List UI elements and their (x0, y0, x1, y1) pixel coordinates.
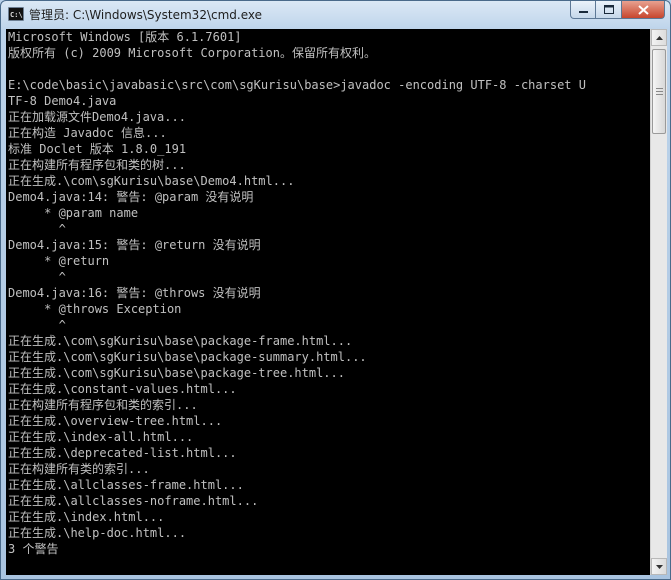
minimize-button[interactable] (570, 1, 596, 19)
title-bar[interactable]: C:\ 管理员: C:\Windows\System32\cmd.exe (1, 1, 670, 29)
scrollbar-thumb[interactable] (652, 49, 666, 134)
thumb-grip-line (656, 94, 663, 95)
console-line: ^ (8, 222, 66, 236)
console-line: Demo4.java:15: 警告: @return 没有说明 (8, 238, 261, 252)
console-line: 正在生成.\index.html... (8, 510, 165, 524)
console-line: 标准 Doclet 版本 1.8.0_191 (8, 142, 187, 156)
window-title: 管理员: C:\Windows\System32\cmd.exe (29, 8, 262, 22)
console-line: 正在生成.\allclasses-frame.html... (8, 478, 244, 492)
console-line: ^ (8, 318, 66, 332)
window-controls (570, 1, 665, 19)
cmd-window: C:\ 管理员: C:\Windows\System32\cmd.exe Mic… (0, 0, 671, 580)
maximize-icon (603, 5, 614, 14)
console-line: 正在生成.\com\sgKurisu\base\package-tree.htm… (8, 366, 345, 380)
console-line: 正在生成.\help-doc.html... (8, 526, 187, 540)
thumb-grip-line (656, 91, 663, 92)
scroll-up-arrow-icon (655, 35, 663, 40)
minimize-icon (578, 11, 588, 13)
console-line: 正在生成.\com\sgKurisu\base\package-summary.… (8, 350, 367, 364)
console-output[interactable]: Microsoft Windows [版本 6.1.7601] 版权所有 (c) … (6, 29, 650, 575)
close-icon (637, 4, 649, 15)
console-line: TF-8 Demo4.java (8, 94, 117, 108)
console-line: Demo4.java:16: 警告: @throws 没有说明 (8, 286, 261, 300)
console-line: Demo4.java:14: 警告: @param 没有说明 (8, 190, 254, 204)
console-line: 3 个警告 (8, 542, 59, 556)
console-line: * @return (8, 254, 110, 268)
scroll-up-button[interactable] (651, 29, 667, 46)
console-line: Microsoft Windows [版本 6.1.7601] (8, 30, 242, 44)
scroll-down-arrow-icon (655, 564, 663, 569)
console-line: 正在生成.\deprecated-list.html... (8, 446, 237, 460)
console-line: 正在加载源文件Demo4.java... (8, 110, 186, 124)
console-line: 正在生成.\overview-tree.html... (8, 414, 223, 428)
cmd-app-icon[interactable]: C:\ (8, 7, 24, 21)
console-line: 正在构建所有程序包和类的树... (8, 158, 186, 172)
console-line: 正在生成.\index-all.html... (8, 430, 194, 444)
console-line: * @throws Exception (8, 302, 182, 316)
console-line: 正在生成.\allclasses-noframe.html... (8, 494, 259, 508)
console-line: 正在生成.\com\sgKurisu\base\package-frame.ht… (8, 334, 353, 348)
console-line: 版权所有 (c) 2009 Microsoft Corporation。保留所有… (8, 46, 376, 60)
console-line: 正在构建所有类的索引... (8, 462, 150, 476)
thumb-grip-line (656, 88, 663, 89)
console-line: E:\code\basic\javabasic\src\com\sgKurisu… (8, 78, 586, 92)
maximize-button[interactable] (596, 1, 622, 19)
console-line: 正在生成.\constant-values.html... (8, 382, 237, 396)
console-line: 正在构建所有程序包和类的索引... (8, 398, 198, 412)
console-line: ^ (8, 270, 66, 284)
console-line: 正在构造 Javadoc 信息... (8, 126, 167, 140)
vertical-scrollbar[interactable] (650, 29, 667, 575)
scroll-down-button[interactable] (651, 558, 667, 575)
close-button[interactable] (622, 1, 665, 19)
console-line: * @param name (8, 206, 139, 220)
console-line: 正在生成.\com\sgKurisu\base\Demo4.html... (8, 174, 295, 188)
